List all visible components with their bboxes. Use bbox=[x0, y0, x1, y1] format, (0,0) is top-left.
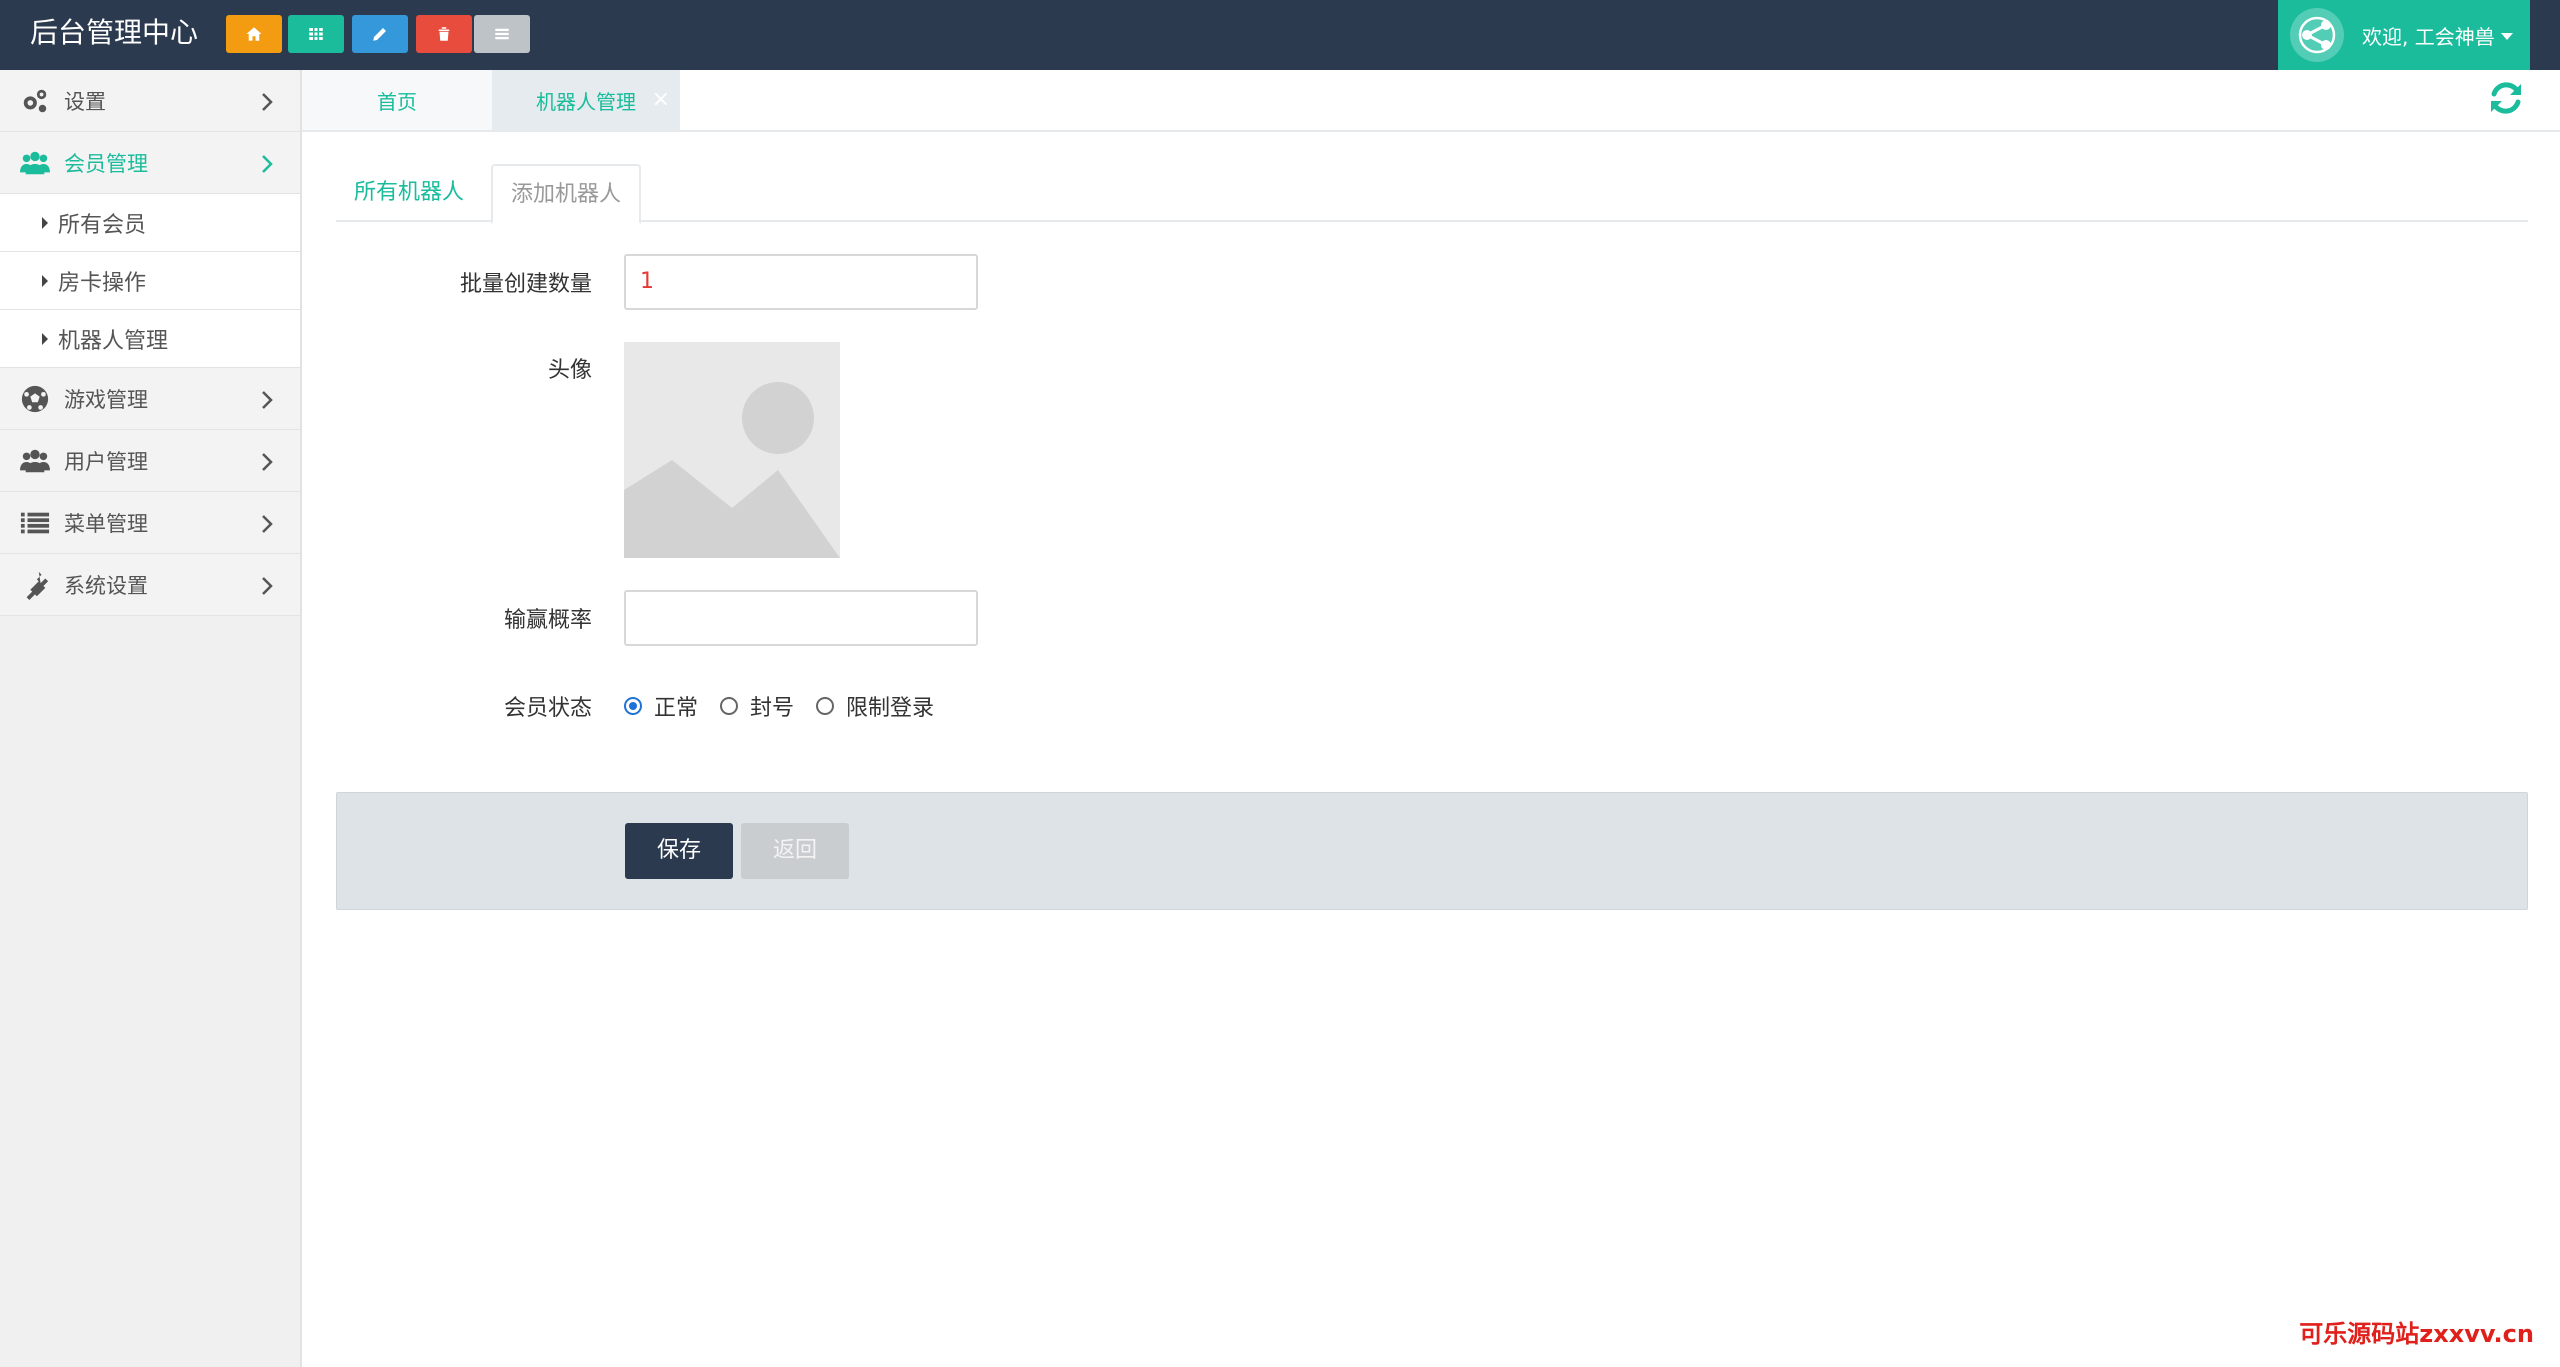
app-title: 后台管理中心 bbox=[30, 16, 199, 49]
win-rate-label: 输赢概率 bbox=[503, 608, 592, 633]
users-icon bbox=[18, 444, 52, 478]
image-placeholder-icon bbox=[624, 342, 840, 558]
plug-icon bbox=[18, 568, 52, 602]
chevron-right-icon bbox=[260, 154, 274, 173]
sidebar-item-menu-management[interactable]: 菜单管理 bbox=[0, 492, 300, 554]
caret-down-icon bbox=[2500, 32, 2513, 40]
status-normal-radio[interactable] bbox=[624, 697, 642, 715]
delete-button[interactable] bbox=[416, 15, 472, 53]
caret-right-icon bbox=[42, 274, 48, 287]
sidebar-item-game-management[interactable]: 游戏管理 bbox=[0, 368, 300, 430]
sidebar-item-label: 会员管理 bbox=[64, 151, 148, 176]
sidebar: 设置 会员管理 所有会员 房卡操作 机器人管理 游戏管理 用户管理 菜单管理 系… bbox=[0, 70, 302, 1367]
win-rate-input[interactable] bbox=[624, 590, 978, 646]
status-radio-group: 正常 封号 限制登录 bbox=[624, 690, 956, 722]
sidebar-subitem-label: 房卡操作 bbox=[58, 270, 147, 296]
pencil-icon bbox=[373, 28, 386, 41]
share-network-icon bbox=[2298, 16, 2336, 54]
batch-count-label: 批量创建数量 bbox=[459, 272, 592, 297]
list-icon bbox=[495, 28, 509, 40]
avatar bbox=[2290, 8, 2344, 62]
tab-label: 机器人管理 bbox=[536, 90, 636, 114]
chevron-right-icon bbox=[260, 452, 274, 471]
sidebar-item-label: 系统设置 bbox=[64, 573, 148, 598]
top-header: 后台管理中心 欢迎, 工会神兽 bbox=[0, 0, 2560, 70]
tab-all-robots[interactable]: 所有机器人 bbox=[336, 164, 482, 222]
list-button[interactable] bbox=[474, 15, 530, 53]
sidebar-item-member-management[interactable]: 会员管理 bbox=[0, 132, 300, 194]
form-action-bar: 保存 返回 bbox=[336, 792, 2528, 910]
page-tab-bar: 首页 机器人管理 × bbox=[302, 70, 2560, 132]
soccer-ball-icon bbox=[18, 382, 52, 416]
grid-button[interactable] bbox=[288, 15, 344, 53]
status-label: 会员状态 bbox=[503, 696, 592, 721]
edit-button[interactable] bbox=[352, 15, 408, 53]
caret-right-icon bbox=[42, 332, 48, 345]
sidebar-item-label: 游戏管理 bbox=[64, 387, 148, 412]
refresh-icon[interactable] bbox=[2486, 78, 2526, 118]
back-button[interactable]: 返回 bbox=[741, 823, 849, 879]
status-banned-label[interactable]: 封号 bbox=[750, 690, 794, 722]
caret-right-icon bbox=[42, 216, 48, 229]
tab-robot-management[interactable]: 机器人管理 × bbox=[492, 70, 680, 130]
watermark: 可乐源码站zxxvv.cn bbox=[2299, 1320, 2534, 1348]
sidebar-subitem-label: 所有会员 bbox=[58, 212, 147, 238]
status-normal-label[interactable]: 正常 bbox=[654, 690, 698, 722]
batch-count-input[interactable]: 1 bbox=[624, 254, 978, 310]
sidebar-item-label: 菜单管理 bbox=[64, 511, 148, 536]
user-menu[interactable]: 欢迎, 工会神兽 bbox=[2278, 0, 2530, 70]
sidebar-subitem-all-members[interactable]: 所有会员 bbox=[0, 194, 300, 252]
sidebar-item-system-settings[interactable]: 系统设置 bbox=[0, 554, 300, 616]
sidebar-subitem-robot-management[interactable]: 机器人管理 bbox=[0, 310, 300, 368]
sidebar-item-label: 设置 bbox=[64, 89, 106, 114]
status-restricted-radio[interactable] bbox=[816, 697, 835, 715]
status-restricted-label[interactable]: 限制登录 bbox=[846, 690, 934, 722]
tab-home[interactable]: 首页 bbox=[302, 70, 492, 130]
grid-icon bbox=[309, 28, 323, 40]
avatar-label: 头像 bbox=[547, 358, 592, 383]
form-tabs: 所有机器人 添加机器人 bbox=[336, 164, 2528, 224]
sidebar-subitem-room-card[interactable]: 房卡操作 bbox=[0, 252, 300, 310]
sidebar-item-label: 用户管理 bbox=[64, 449, 148, 474]
users-icon bbox=[18, 146, 52, 180]
chevron-right-icon bbox=[260, 390, 274, 409]
sidebar-subitem-label: 机器人管理 bbox=[58, 328, 169, 354]
chevron-right-icon bbox=[260, 92, 274, 111]
list-icon bbox=[18, 506, 52, 540]
chevron-right-icon bbox=[260, 576, 274, 595]
welcome-text: 欢迎, 工会神兽 bbox=[2362, 24, 2495, 49]
trash-icon bbox=[438, 27, 450, 41]
gears-icon bbox=[18, 84, 52, 118]
tab-add-robot[interactable]: 添加机器人 bbox=[491, 164, 642, 224]
sidebar-item-settings[interactable]: 设置 bbox=[0, 70, 300, 132]
status-banned-radio[interactable] bbox=[720, 697, 739, 715]
home-icon bbox=[246, 27, 262, 41]
close-icon[interactable]: × bbox=[652, 68, 670, 132]
sidebar-item-user-management[interactable]: 用户管理 bbox=[0, 430, 300, 492]
main-content: 所有机器人 添加机器人 批量创建数量 1 头像 输赢概率 会员状态 正常 封号 bbox=[336, 164, 2528, 910]
save-button[interactable]: 保存 bbox=[625, 823, 733, 879]
home-button[interactable] bbox=[226, 15, 282, 53]
avatar-upload[interactable] bbox=[624, 342, 840, 558]
chevron-right-icon bbox=[260, 514, 274, 533]
